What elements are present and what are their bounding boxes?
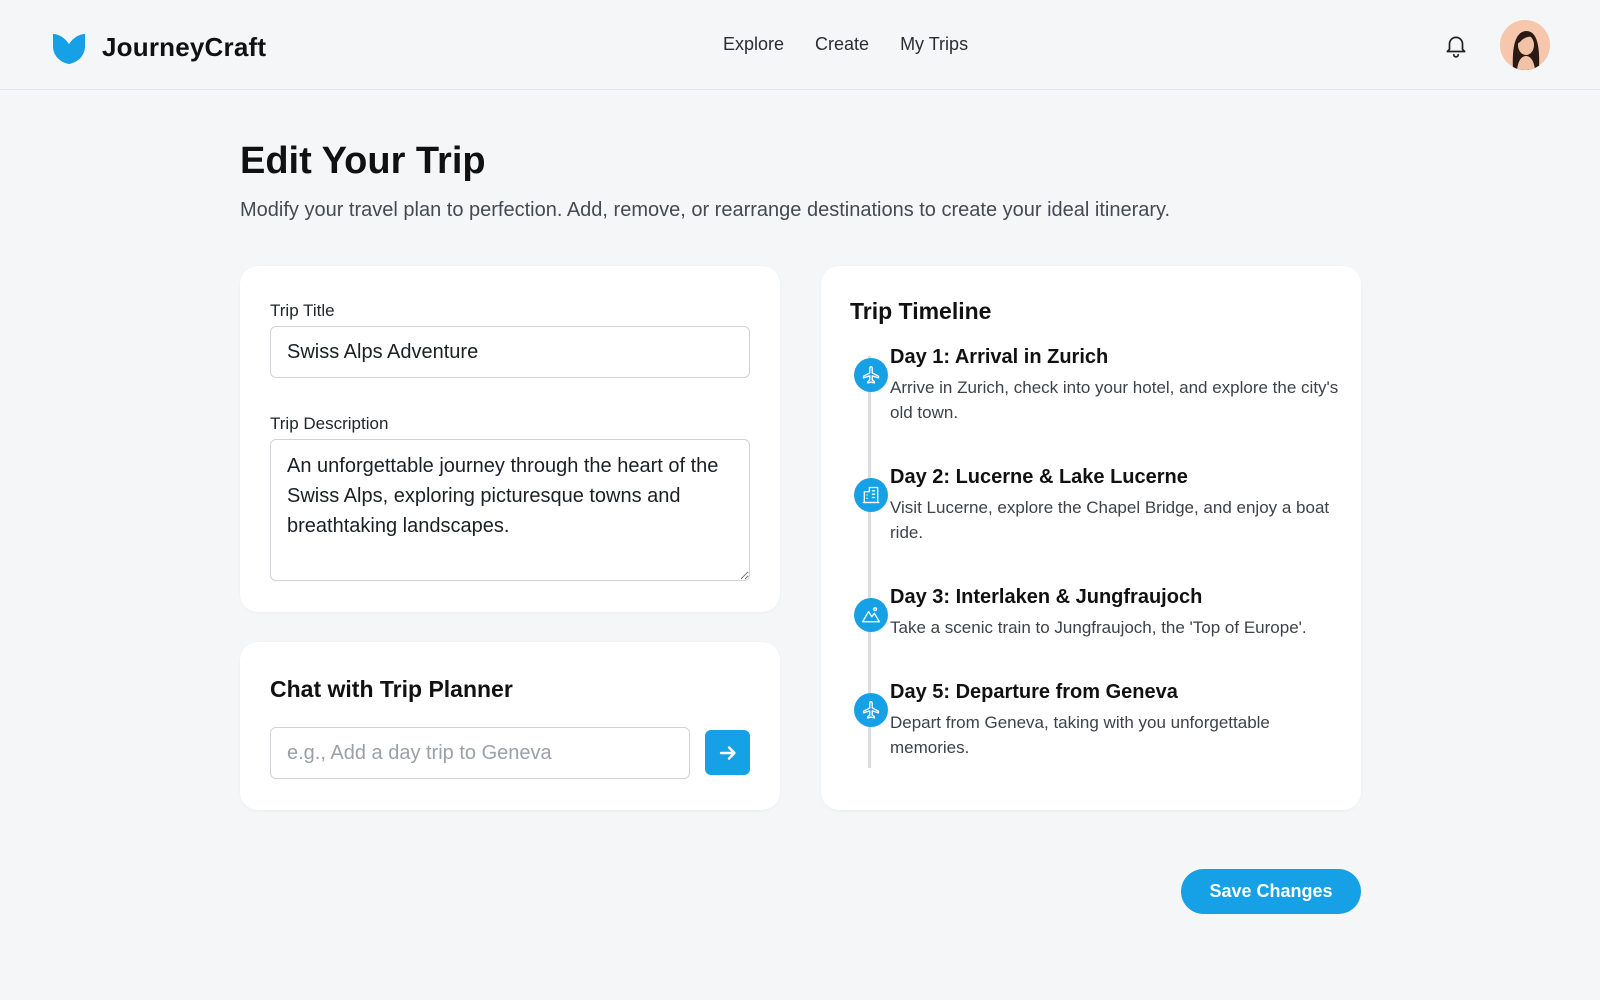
- avatar[interactable]: [1500, 20, 1550, 70]
- bell-icon[interactable]: [1443, 32, 1469, 58]
- timeline-item-heading: Day 2: Lucerne & Lake Lucerne: [890, 466, 1188, 488]
- nav-link-my-trips[interactable]: My Trips: [900, 34, 968, 55]
- nav-link-explore[interactable]: Explore: [723, 34, 784, 55]
- trip-timeline-card: Trip Timeline Day 1: Arrival in Zurich A…: [821, 266, 1361, 810]
- mountain-icon: [862, 607, 880, 623]
- page-subtitle: Modify your travel plan to perfection. A…: [240, 199, 1171, 221]
- trip-description-textarea[interactable]: An unforgettable journey through the hea…: [270, 439, 750, 581]
- heart-shaped-logo-icon: [53, 34, 85, 64]
- timeline-item-description: Arrive in Zurich, check into your hotel,…: [890, 378, 1339, 422]
- user-portrait-icon: [1500, 20, 1550, 70]
- chat-title: Chat with Trip Planner: [270, 676, 513, 702]
- brand-name: JourneyCraft: [102, 31, 267, 62]
- brand[interactable]: JourneyCraft: [50, 28, 266, 66]
- airplane-icon: [862, 701, 880, 719]
- timeline-item-heading: Day 5: Departure from Geneva: [890, 681, 1178, 703]
- airplane-icon: [862, 366, 880, 384]
- page-title: Edit Your Trip: [240, 140, 486, 182]
- timeline-item-icon: [854, 478, 888, 512]
- timeline-item-icon: [854, 358, 888, 392]
- chat-input[interactable]: [270, 727, 690, 779]
- timeline-item-heading: Day 3: Interlaken & Jungfraujoch: [890, 586, 1203, 608]
- arrow-right-icon: [719, 745, 736, 760]
- timeline-item-icon: [854, 598, 888, 632]
- building-icon: [862, 486, 880, 504]
- save-changes-button[interactable]: Save Changes: [1181, 869, 1361, 914]
- trip-title-label: Trip Title: [270, 301, 335, 320]
- nav-link-create[interactable]: Create: [815, 34, 869, 55]
- main-nav: Explore Create My Trips: [723, 34, 968, 55]
- trip-description-label: Trip Description: [270, 414, 389, 433]
- timeline-item-description: Take a scenic train to Jungfraujoch, the…: [890, 618, 1307, 637]
- timeline-item-icon: [854, 693, 888, 727]
- top-navigation-bar: JourneyCraft Explore Create My Trips: [0, 0, 1600, 90]
- timeline-title: Trip Timeline: [850, 298, 992, 324]
- timeline-item-heading: Day 1: Arrival in Zurich: [890, 346, 1109, 368]
- chat-planner-card: Chat with Trip Planner: [240, 642, 780, 810]
- trip-title-input[interactable]: [270, 326, 750, 378]
- send-button[interactable]: [705, 730, 750, 775]
- trip-details-card: Trip Title Trip Description An unforgett…: [240, 266, 780, 612]
- timeline-item-description: Depart from Geneva, taking with you unfo…: [890, 713, 1270, 757]
- timeline-item-description: Visit Lucerne, explore the Chapel Bridge…: [890, 498, 1330, 542]
